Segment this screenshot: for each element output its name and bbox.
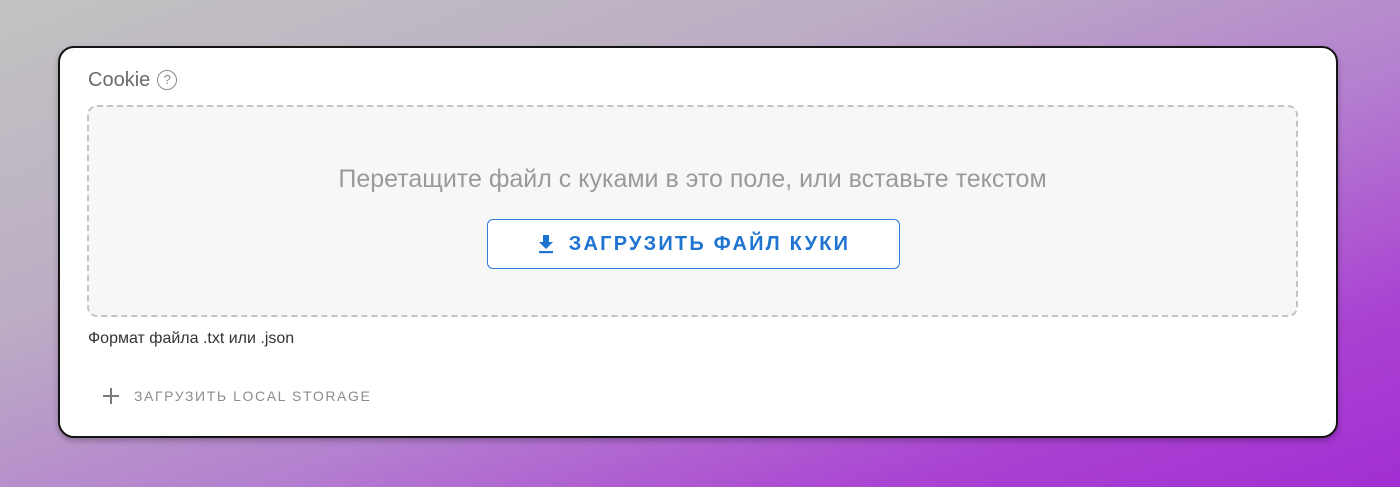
upload-button-label: ЗАГРУЗИТЬ ФАЙЛ КУКИ	[568, 232, 851, 255]
cookie-field-label: Cookie ?	[88, 68, 178, 92]
download-icon	[538, 235, 553, 254]
dropzone-hint: Перетащите файл с куками в это поле, или…	[338, 165, 1047, 193]
local-storage-label: ЗАГРУЗИТЬ LOCAL STORAGE	[134, 388, 372, 404]
help-circle-icon[interactable]: ?	[157, 70, 178, 90]
cookie-dropzone[interactable]: Перетащите файл с куками в это поле, или…	[87, 105, 1298, 317]
upload-local-storage-button[interactable]: ЗАГРУЗИТЬ LOCAL STORAGE	[102, 381, 371, 411]
file-format-note: Формат файла .txt или .json	[88, 330, 295, 347]
plus-icon	[103, 388, 119, 404]
cookie-label-text: Cookie	[88, 69, 151, 91]
upload-cookie-file-button[interactable]: ЗАГРУЗИТЬ ФАЙЛ КУКИ	[487, 219, 900, 269]
cookie-card: Cookie ? Перетащите файл с куками в это …	[58, 46, 1338, 438]
